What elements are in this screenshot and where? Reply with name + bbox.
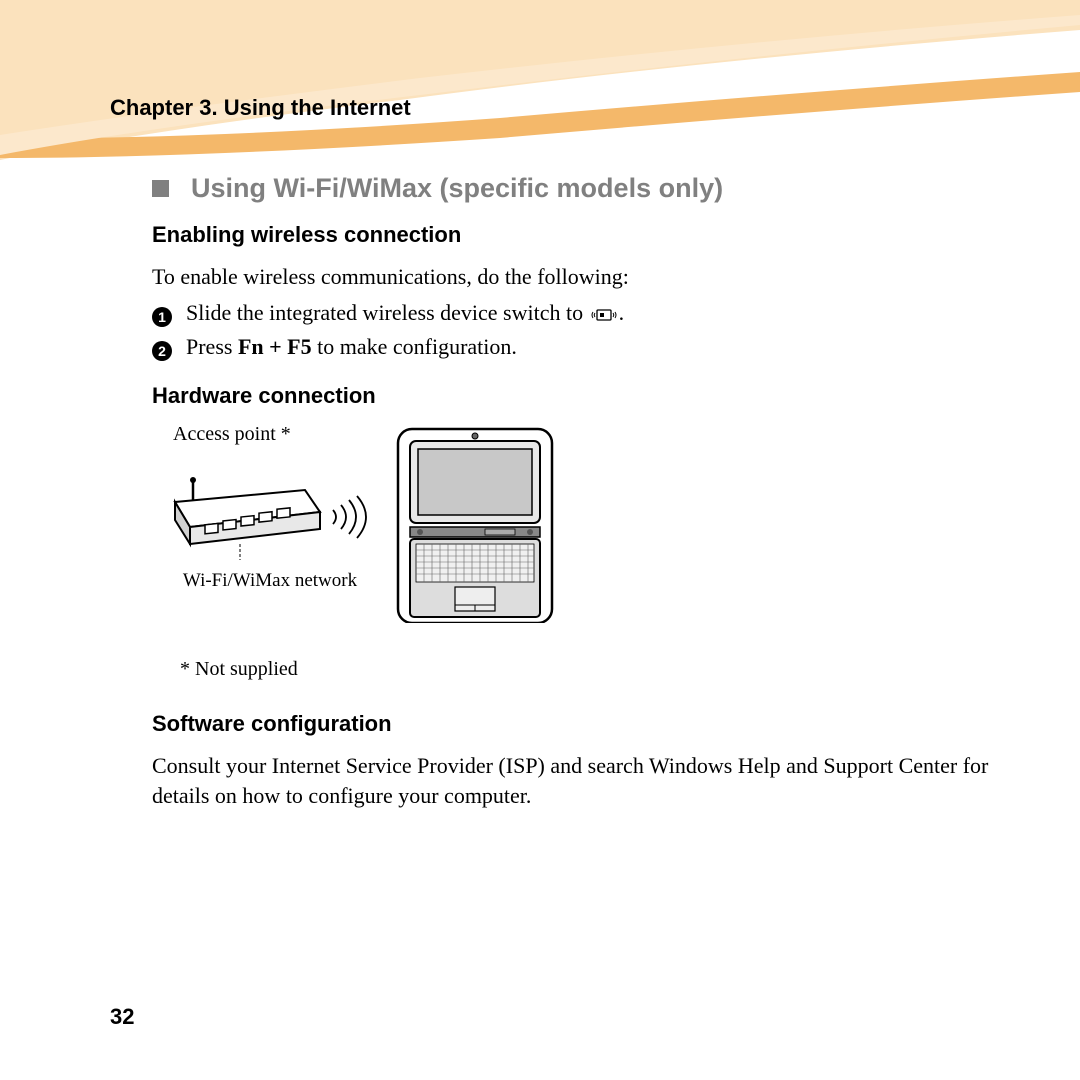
step-1-number-icon: 1 — [152, 307, 172, 327]
step-2: 2 Press Fn + F5 to make configuration. — [152, 332, 1010, 363]
step-2-text: Press Fn + F5 to make configuration. — [186, 332, 517, 363]
bullet-square-icon — [152, 180, 169, 197]
network-label: Wi-Fi/WiMax network — [183, 570, 357, 592]
access-point-column: Access point * — [165, 423, 375, 592]
access-point-label: Access point * — [173, 423, 291, 446]
enabling-heading: Enabling wireless connection — [152, 222, 1010, 248]
step-1: 1 Slide the integrated wireless device s… — [152, 298, 1010, 329]
section-title: Using Wi-Fi/WiMax (specific models only) — [191, 173, 723, 204]
router-icon — [165, 472, 325, 562]
software-body: Consult your Internet Service Provider (… — [152, 751, 1010, 810]
enabling-intro: To enable wireless communications, do th… — [152, 262, 1010, 292]
section-header: Using Wi-Fi/WiMax (specific models only) — [152, 173, 1010, 204]
step-1-text: Slide the integrated wireless device swi… — [186, 298, 624, 329]
software-heading: Software configuration — [152, 711, 1010, 737]
step-2-number-icon: 2 — [152, 341, 172, 361]
laptop-icon — [390, 423, 560, 623]
hardware-footnote: * Not supplied — [180, 658, 1010, 681]
hardware-heading: Hardware connection — [152, 383, 1010, 409]
wireless-signal-icon — [325, 492, 375, 542]
page-number: 32 — [110, 1004, 134, 1030]
chapter-title: Chapter 3. Using the Internet — [110, 95, 1010, 121]
wireless-switch-icon — [591, 307, 617, 323]
hardware-diagram: Access point * — [165, 423, 1010, 623]
